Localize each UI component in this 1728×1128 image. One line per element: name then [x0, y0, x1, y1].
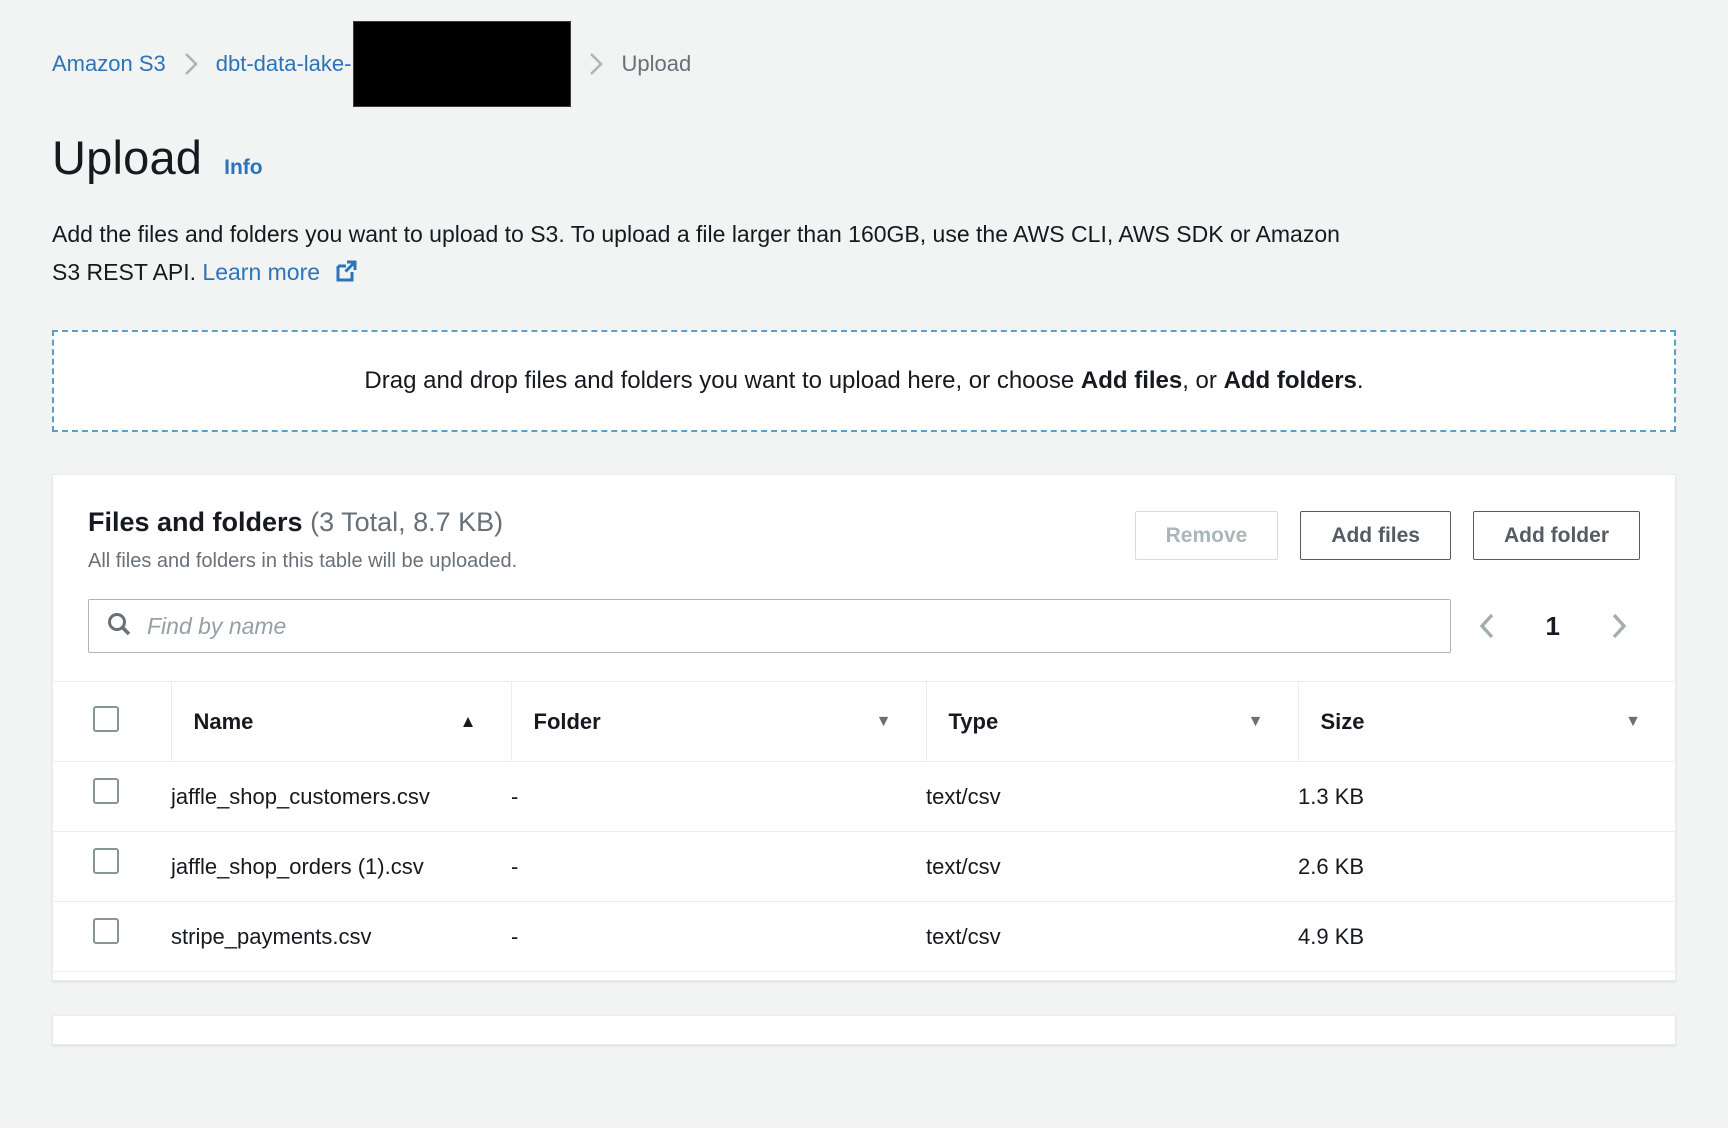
search-input[interactable] — [147, 613, 1434, 640]
learn-more-link[interactable]: Learn more — [202, 259, 320, 285]
panel-subtitle: All files and folders in this table will… — [88, 550, 517, 573]
breadcrumb-upload: Upload — [621, 51, 691, 77]
description-line-2-text: S3 REST API. — [52, 259, 196, 285]
column-header-folder[interactable]: Folder ▼ — [511, 682, 926, 762]
page: Amazon S3 dbt-data-lake- Upload Upload I… — [0, 42, 1728, 1045]
dropzone[interactable]: Drag and drop files and folders you want… — [52, 330, 1676, 432]
panel-title-block: Files and folders (3 Total, 8.7 KB) All … — [88, 507, 517, 573]
current-page[interactable]: 1 — [1546, 611, 1560, 642]
page-description: Add the files and folders you want to up… — [52, 215, 1676, 294]
file-name: jaffle_shop_customers.csv — [171, 762, 511, 832]
external-link-icon — [334, 256, 358, 294]
row-checkbox[interactable] — [93, 848, 119, 874]
sort-down-icon[interactable]: ▼ — [1248, 713, 1264, 731]
file-type: text/csv — [926, 832, 1298, 902]
description-line-1: Add the files and folders you want to up… — [52, 215, 1676, 253]
dropzone-text: Drag and drop files and folders you want… — [364, 367, 1363, 395]
file-type: text/csv — [926, 762, 1298, 832]
file-size: 2.6 KB — [1298, 832, 1675, 902]
add-folder-button[interactable]: Add folder — [1473, 511, 1640, 560]
redacted-text — [353, 21, 571, 107]
next-section-card — [52, 1015, 1676, 1045]
file-folder: - — [511, 902, 926, 972]
panel-actions: Remove Add files Add folder — [1135, 511, 1640, 560]
file-size: 4.9 KB — [1298, 902, 1675, 972]
add-files-button[interactable]: Add files — [1300, 511, 1451, 560]
search-icon — [105, 610, 133, 643]
column-header-type[interactable]: Type ▼ — [926, 682, 1298, 762]
pagination: 1 — [1472, 607, 1640, 645]
sort-ascending-icon[interactable]: ▲ — [460, 712, 477, 732]
row-checkbox[interactable] — [93, 918, 119, 944]
files-table: Name ▲ Folder ▼ Type ▼ — [53, 681, 1675, 972]
page-header: Upload Info — [52, 130, 1676, 185]
table-header-row: Name ▲ Folder ▼ Type ▼ — [53, 682, 1675, 762]
table-row: jaffle_shop_orders (1).csv - text/csv 2.… — [53, 832, 1675, 902]
search-box[interactable] — [88, 599, 1451, 653]
file-type: text/csv — [926, 902, 1298, 972]
column-header-name[interactable]: Name ▲ — [171, 682, 511, 762]
panel-counter: (3 Total, 8.7 KB) — [310, 507, 503, 537]
remove-button[interactable]: Remove — [1135, 511, 1279, 560]
sort-down-icon[interactable]: ▼ — [1625, 713, 1641, 731]
page-title: Upload — [52, 130, 202, 185]
info-link[interactable]: Info — [224, 156, 262, 180]
file-name: stripe_payments.csv — [171, 902, 511, 972]
breadcrumb-amazon-s3[interactable]: Amazon S3 — [52, 51, 166, 77]
dropzone-add-folders-label: Add folders — [1224, 367, 1357, 394]
previous-page-button[interactable] — [1472, 607, 1502, 645]
file-name: jaffle_shop_orders (1).csv — [171, 832, 511, 902]
select-all-header — [53, 682, 171, 762]
chevron-right-icon — [182, 51, 200, 77]
select-all-checkbox[interactable] — [93, 706, 119, 732]
files-and-folders-panel: Files and folders (3 Total, 8.7 KB) All … — [52, 474, 1676, 981]
dropzone-add-files-label: Add files — [1081, 367, 1182, 394]
panel-header: Files and folders (3 Total, 8.7 KB) All … — [88, 475, 1640, 573]
column-header-size[interactable]: Size ▼ — [1298, 682, 1675, 762]
breadcrumb-bucket[interactable]: dbt-data-lake- — [216, 51, 352, 77]
row-checkbox[interactable] — [93, 778, 119, 804]
file-folder: - — [511, 832, 926, 902]
table-row: jaffle_shop_customers.csv - text/csv 1.3… — [53, 762, 1675, 832]
next-page-button[interactable] — [1604, 607, 1634, 645]
breadcrumb: Amazon S3 dbt-data-lake- Upload — [52, 42, 1676, 86]
sort-down-icon[interactable]: ▼ — [876, 713, 892, 731]
table-toolbar: 1 — [88, 599, 1640, 653]
panel-title: Files and folders (3 Total, 8.7 KB) — [88, 507, 517, 538]
file-size: 1.3 KB — [1298, 762, 1675, 832]
description-line-2: S3 REST API. Learn more — [52, 253, 1676, 294]
chevron-right-icon — [587, 51, 605, 77]
file-folder: - — [511, 762, 926, 832]
table-row: stripe_payments.csv - text/csv 4.9 KB — [53, 902, 1675, 972]
